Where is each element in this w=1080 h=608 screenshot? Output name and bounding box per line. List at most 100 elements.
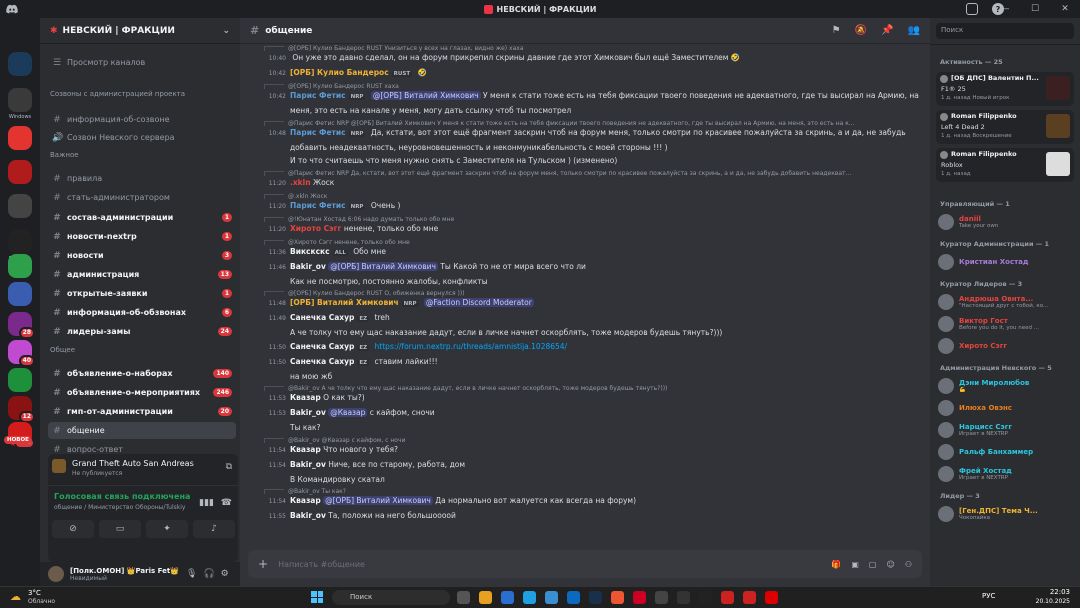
clock-date[interactable]: 20.10.2025 [1030, 598, 1070, 605]
taskbar-app-icon[interactable] [655, 591, 668, 604]
clock-time[interactable]: 22:03 [1034, 588, 1070, 596]
channel-9[interactable]: # информация-об-обзвонах 6 [48, 304, 236, 321]
server-icon[interactable] [8, 126, 32, 150]
composer[interactable]: + Написать #общение 🎁 ▣ ▢ ☺ ⚇ [248, 550, 922, 578]
mention[interactable]: @Квазар [328, 408, 368, 417]
guild-header[interactable]: ✱ НЕВСКИЙ | ФРАКЦИИ ⌄ [40, 18, 240, 44]
lang-indicator[interactable]: РУС [982, 592, 995, 600]
message-author[interactable]: Квазар [290, 393, 321, 402]
server-icon[interactable] [8, 160, 32, 184]
message-author[interactable]: Викскскс [290, 247, 330, 256]
message-author[interactable]: [ОРБ] Виталий Химкович [290, 298, 399, 307]
server-icon[interactable] [8, 254, 32, 278]
server-icon[interactable] [8, 230, 32, 254]
browse-channels[interactable]: ☰ Просмотр каналов [48, 54, 236, 71]
taskbar-app-icon[interactable] [523, 591, 536, 604]
mute-icon[interactable]: 🔕 [855, 25, 867, 36]
soundboard-button[interactable]: ♪ [193, 520, 235, 538]
channel-13[interactable]: # гмп-от-администрации 20 [48, 403, 236, 420]
channel-7[interactable]: # администрация 13 [48, 266, 236, 283]
taskbar-app-icon[interactable] [677, 591, 690, 604]
add-attachment-icon[interactable]: + [258, 557, 268, 571]
member-item[interactable]: Кристиан Хостад [938, 252, 1076, 272]
member-item[interactable]: Фрей Хостад Играет в NEXTRP [938, 464, 1076, 484]
channel-6[interactable]: # новости 3 [48, 247, 236, 264]
channel-4[interactable]: # состав-администрации 1 [48, 209, 236, 226]
mention[interactable]: @[ОРБ] Виталий Химкович [328, 261, 438, 271]
category-general[interactable]: Общее [50, 346, 75, 354]
message-author[interactable]: [ОРБ] Кулио Бандерос [290, 68, 389, 77]
server-icon[interactable] [8, 194, 32, 218]
taskbar-app-icon[interactable] [501, 591, 514, 604]
activities-button[interactable]: ✦ [146, 520, 188, 538]
taskbar-app-icon[interactable] [611, 591, 624, 604]
server-icon[interactable] [8, 282, 32, 306]
taskbar-search[interactable]: Поиск [332, 590, 450, 605]
screen-share-button[interactable]: ▭ [99, 520, 141, 538]
category-important[interactable]: Важное [50, 151, 79, 159]
server-icon[interactable]: 40 [8, 340, 35, 367]
gear-icon[interactable]: ⚙ [221, 569, 229, 579]
noise-icon[interactable]: ▮▮▮ [199, 498, 214, 508]
activity-card[interactable]: [ОБ ДПС] Валентин П... F1® 25 1 д. назад Н… [936, 72, 1074, 106]
member-item[interactable]: Андрюша Овнта... "Настоящий друг с тобой,… [938, 292, 1076, 312]
message-link[interactable]: https://forum.nextrp.ru/threads/amnistij… [375, 342, 568, 351]
threads-icon[interactable]: ⚑ [832, 25, 841, 36]
member-item[interactable]: Дэни Миролюбов 💪 [938, 376, 1076, 396]
message-author[interactable]: Хирото Сэгг [290, 224, 341, 233]
minimize-button[interactable]: — [990, 0, 1020, 18]
channel-3[interactable]: # стать-администратором [48, 189, 236, 206]
message-author[interactable]: Санечка Сахур [290, 313, 354, 322]
message-author[interactable]: Парис Фетис [290, 128, 346, 137]
close-button[interactable]: ✕ [1050, 0, 1080, 18]
message-author[interactable]: Санечка Сахур [290, 357, 354, 366]
message-author[interactable]: Bakir_ov [290, 460, 326, 469]
message-author[interactable]: Bakir_ov [290, 408, 326, 417]
message-author[interactable]: Квазар [290, 445, 321, 454]
channel-14[interactable]: # общение [48, 422, 236, 439]
sticker-icon[interactable]: ▢ [869, 560, 877, 569]
channel-5[interactable]: # новости-nextrp 1 [48, 228, 236, 245]
taskbar-app-icon[interactable] [479, 591, 492, 604]
member-item[interactable]: Илюха Овэнс [938, 398, 1076, 418]
message-author[interactable]: Bakir_ov [290, 262, 326, 271]
server-icon[interactable] [8, 52, 32, 76]
channel-10[interactable]: # лидеры-замы 24 [48, 323, 236, 340]
taskbar-app-icon[interactable] [743, 591, 756, 604]
apps-icon[interactable]: ⚇ [905, 560, 912, 569]
headphones-icon[interactable]: 🎧 [203, 569, 214, 579]
member-item[interactable]: Виктор Гост Before you do it, you need ..… [938, 314, 1076, 334]
members-icon[interactable]: 👥 [908, 25, 920, 36]
category-calls[interactable]: Созвоны с администрацией проекта [50, 90, 185, 98]
server-icon[interactable] [8, 88, 32, 112]
voice-channel[interactable]: общение / Министерство Обороны/Tulskiy [54, 504, 185, 511]
inbox-icon[interactable] [966, 3, 978, 15]
taskbar-app-icon[interactable] [545, 591, 558, 604]
taskbar-app-icon[interactable] [721, 591, 734, 604]
taskbar-app-icon[interactable] [699, 591, 712, 604]
taskbar-app-icon[interactable] [589, 591, 602, 604]
message-author[interactable]: .xkln [290, 178, 311, 187]
avatar[interactable] [48, 566, 64, 582]
activity-card[interactable]: Roman Filippenko Roblox 1 д. назад [936, 148, 1074, 182]
message-author[interactable]: Санечка Сахур [290, 342, 354, 351]
channel-12[interactable]: # объявление-о-мероприятиях 246 [48, 384, 236, 401]
emoji-icon[interactable]: ☺ [886, 560, 894, 569]
mention[interactable]: @[ОРБ] Виталий Химкович [323, 496, 433, 505]
member-item[interactable]: Нарцисс Сэгг Играет в NEXTRP [938, 420, 1076, 440]
channel-11[interactable]: # объявление-о-наборах 140 [48, 365, 236, 382]
channel-0[interactable]: # информация-об-созвоне [48, 111, 236, 128]
member-item[interactable]: Хирото Сэгг [938, 336, 1076, 356]
camera-off-button[interactable]: ⊘ [52, 520, 94, 538]
message-author[interactable]: Парис Фетис [290, 91, 346, 100]
taskbar-app-icon[interactable] [633, 591, 646, 604]
channel-8[interactable]: # открытые-заявки 1 [48, 285, 236, 302]
member-item[interactable]: daniil Take your own [938, 212, 1076, 232]
member-item[interactable]: Ральф Банхаммер [938, 442, 1076, 462]
gif-icon[interactable]: ▣ [851, 560, 859, 569]
activity-card[interactable]: Roman Filippenko Left 4 Dead 2 1 д. назад … [936, 110, 1074, 144]
taskbar-app-icon[interactable] [765, 591, 778, 604]
message-input[interactable]: Написать #общение [278, 560, 365, 569]
disconnect-icon[interactable]: ☎ [221, 498, 232, 508]
taskbar-app-icon[interactable] [567, 591, 580, 604]
